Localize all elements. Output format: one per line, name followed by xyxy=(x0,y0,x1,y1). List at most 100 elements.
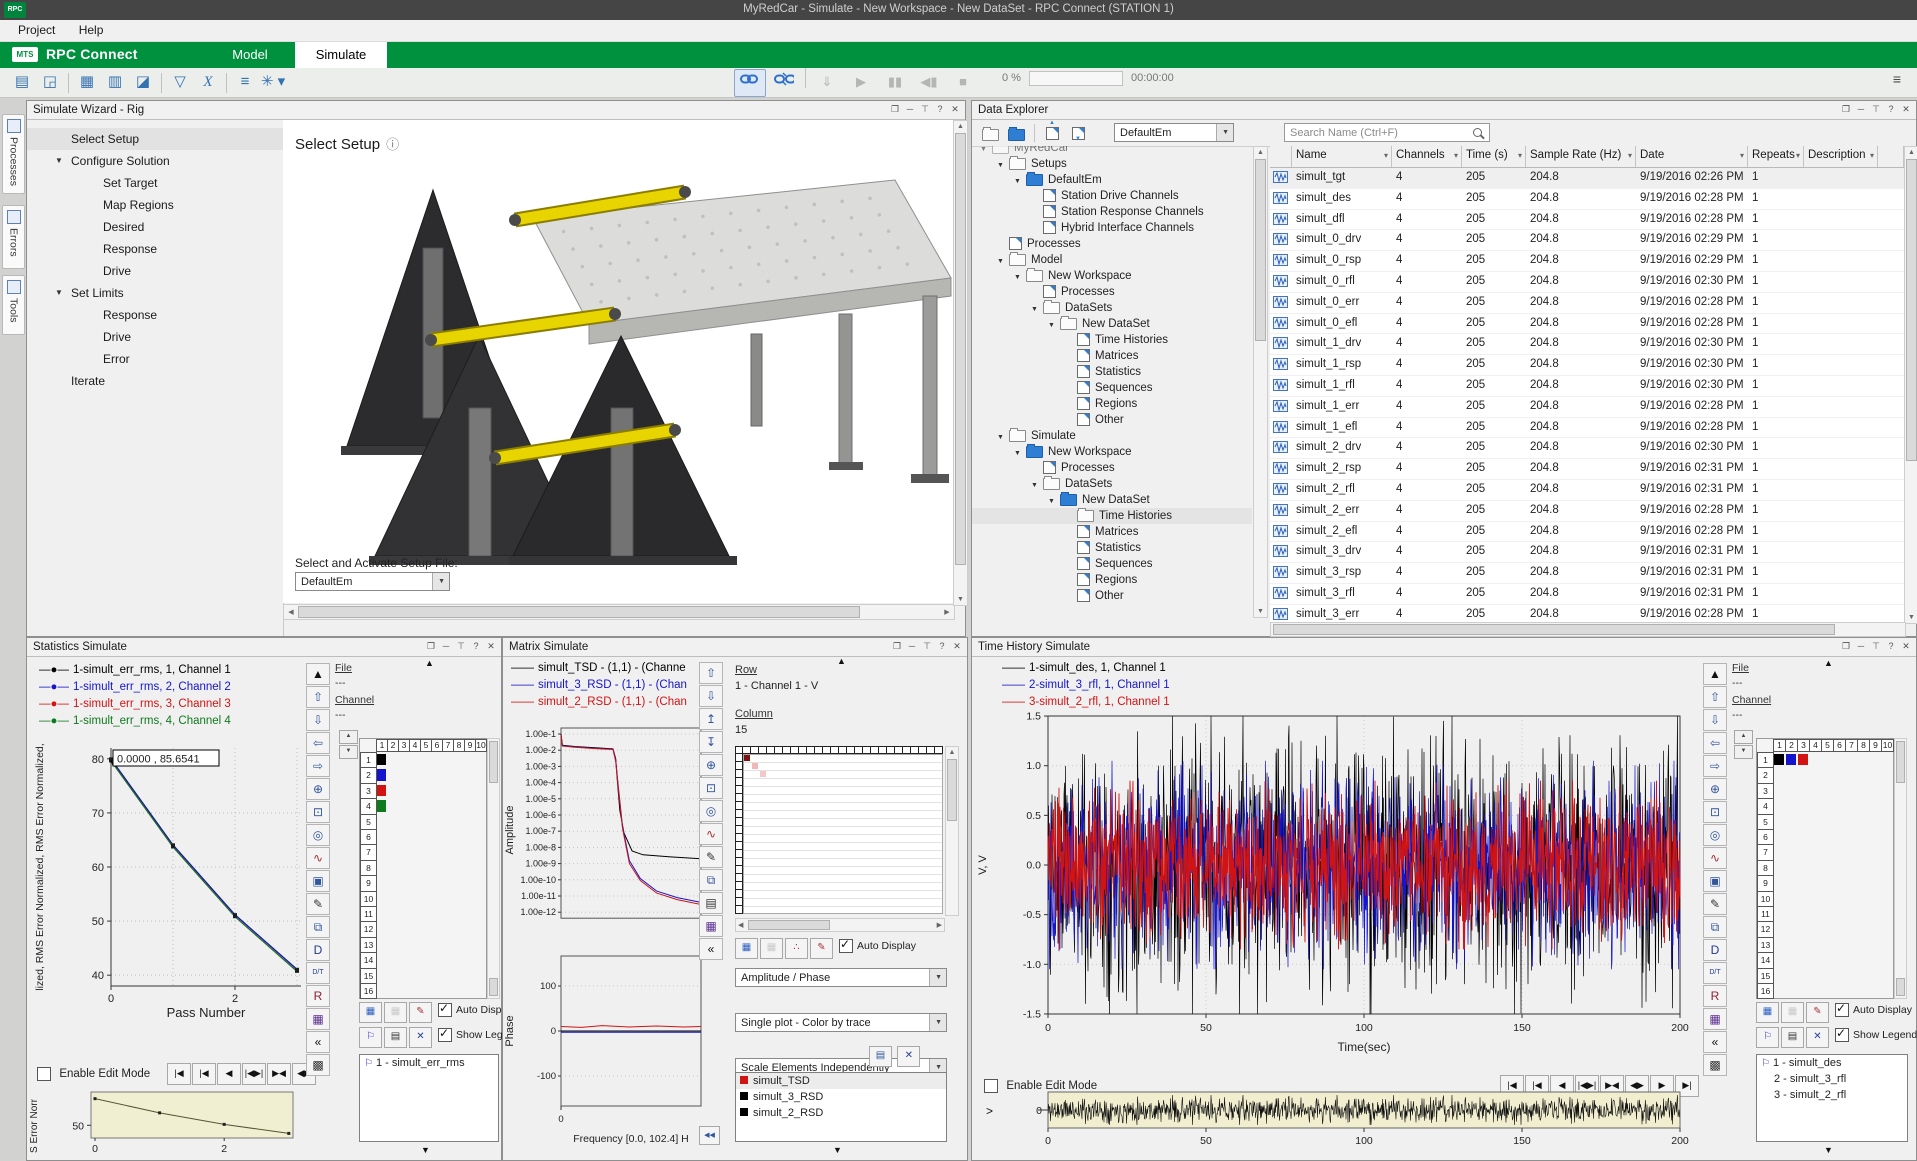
wizard-nav-desired[interactable]: Desired xyxy=(27,216,283,238)
dock-icon[interactable]: ❐ xyxy=(1839,641,1853,652)
grid-cell-active[interactable] xyxy=(1798,754,1808,765)
table-vscrollbar[interactable]: ▲ ▼ xyxy=(1904,146,1917,624)
scrollbar-thumb[interactable] xyxy=(1896,741,1905,783)
tree-item-simulate[interactable]: ▼Simulate xyxy=(972,428,1252,444)
channel-label[interactable]: Channel xyxy=(1732,694,1771,706)
play-button[interactable]: ▶ xyxy=(845,69,877,97)
display-mode-dropdown[interactable]: Amplitude / Phase xyxy=(735,968,947,987)
wizard-hscrollbar[interactable]: ◀ ▶ xyxy=(283,604,955,620)
list-view-icon[interactable]: ≡ xyxy=(232,70,258,94)
wizard-nav-set-limits[interactable]: ▼Set Limits xyxy=(27,282,283,304)
print-icon[interactable]: ▤ xyxy=(699,892,723,914)
tree-item-model[interactable]: ▼Model xyxy=(972,252,1252,268)
table-row-simult_1_rfl[interactable]: simult_1_rfl4205204.89/19/2016 02:30 PM1 xyxy=(1270,376,1904,397)
tree-item-regions[interactable]: Regions xyxy=(972,396,1252,412)
filter-icon[interactable]: ▾ xyxy=(1740,151,1744,160)
wizard-nav-set-target[interactable]: Set Target xyxy=(27,172,283,194)
tab-simulate[interactable]: Simulate xyxy=(295,42,387,68)
pin-icon[interactable]: ⊤ xyxy=(1869,104,1883,115)
grid-layout-off-icon[interactable]: ▦ xyxy=(1781,1002,1804,1023)
download-button[interactable]: ⇓ xyxy=(811,69,843,97)
scroll-up-icon[interactable]: ▲ xyxy=(1703,663,1727,685)
table-row-simult_0_rsp[interactable]: simult_0_rsp4205204.89/19/2016 02:29 PM1 xyxy=(1270,251,1904,272)
file-label[interactable]: File xyxy=(335,662,352,674)
delete-icon[interactable]: ✕ xyxy=(409,1027,432,1048)
filter-icon[interactable]: ▾ xyxy=(1796,151,1800,160)
table-row-simult_dfl[interactable]: simult_dfl4205204.89/19/2016 02:28 PM1 xyxy=(1270,210,1904,231)
filter-icon[interactable]: ▾ xyxy=(1454,151,1458,160)
pause-button[interactable]: ▮▮ xyxy=(879,69,911,97)
autoscale-icon[interactable]: ∿ xyxy=(1703,847,1727,869)
enable-edit-checkbox[interactable] xyxy=(37,1067,51,1081)
close-icon[interactable]: ✕ xyxy=(484,641,498,652)
column-header-description[interactable]: Description▾ xyxy=(1804,146,1878,167)
spin-up-button[interactable]: ▲ xyxy=(1734,730,1753,744)
collapse-icon[interactable]: « xyxy=(699,938,723,960)
tree-item-defaultem[interactable]: ▼DefaultEm xyxy=(972,172,1252,188)
tree-item-hybrid-interface-channels[interactable]: Hybrid Interface Channels xyxy=(972,220,1252,236)
import-folder-icon[interactable] xyxy=(1008,127,1025,141)
table-row-simult_2_drv[interactable]: simult_2_drv4205204.89/19/2016 02:30 PM1 xyxy=(1270,438,1904,459)
scroll-down-icon[interactable]: ▼ xyxy=(1824,1145,1833,1155)
channel-grid-body[interactable]: 1234567891012345678910111213141516 xyxy=(359,738,487,999)
lock-axes-icon[interactable]: ▣ xyxy=(306,870,330,892)
grid-cell-active[interactable] xyxy=(377,769,386,780)
small-grid-icon[interactable]: ▩ xyxy=(1703,1054,1727,1076)
collapse-icon[interactable]: « xyxy=(306,1031,330,1053)
pin-icon[interactable]: ⊤ xyxy=(454,641,468,652)
table-row-simult_3_drv[interactable]: simult_3_drv4205204.89/19/2016 02:31 PM1 xyxy=(1270,542,1904,563)
scroll-up-icon[interactable]: ▲ xyxy=(306,663,330,685)
copy-icon[interactable]: ⧉ xyxy=(1703,916,1727,938)
auto-display-checkbox[interactable] xyxy=(1835,1003,1849,1017)
table-row-simult_0_rfl[interactable]: simult_0_rfl4205204.89/19/2016 02:30 PM1 xyxy=(1270,272,1904,293)
show-legend-checkbox[interactable] xyxy=(438,1028,452,1042)
pan-down-icon[interactable]: ⇩ xyxy=(1703,709,1727,731)
center-icon[interactable]: ◎ xyxy=(699,800,723,822)
grid-layout-off-icon[interactable]: ▦ xyxy=(760,938,783,959)
tree-item-matrices[interactable]: Matrices xyxy=(972,524,1252,540)
pan-up-icon[interactable]: ⇧ xyxy=(306,686,330,708)
filter-icon[interactable]: ▾ xyxy=(1870,151,1874,160)
plot-mode-dropdown[interactable]: Single plot - Color by trace xyxy=(735,1013,947,1032)
display-flag-icon[interactable]: D xyxy=(1703,939,1727,961)
pin-icon[interactable]: ⊤ xyxy=(918,104,932,115)
tree-item-other[interactable]: Other xyxy=(972,588,1252,604)
tree-item-new-workspace[interactable]: ▼New Workspace xyxy=(972,268,1252,284)
pan-left-icon[interactable]: ⇦ xyxy=(1703,732,1727,754)
layout-list-icon[interactable]: ≡ xyxy=(1893,71,1901,87)
save-icon[interactable]: ▤ xyxy=(9,70,35,94)
full-range-button[interactable]: |◀▶| xyxy=(242,1063,266,1085)
copy-icon[interactable]: ⧉ xyxy=(699,869,723,891)
matrix-cell-active[interactable] xyxy=(744,755,750,761)
channel-grid[interactable]: 1234567891012345678910111213141516 xyxy=(359,738,487,999)
pan-up-icon[interactable]: ⇧ xyxy=(699,662,723,684)
wizard-nav-response[interactable]: Response xyxy=(27,238,283,260)
tab-model[interactable]: Model xyxy=(205,42,295,68)
jump-end-icon[interactable]: ↧ xyxy=(699,731,723,753)
trace-list-item[interactable]: ⚐1 - simult_des xyxy=(1757,1055,1907,1071)
function-icon[interactable]: X xyxy=(195,70,221,94)
trace-list-item[interactable]: simult_TSD xyxy=(736,1073,946,1089)
pan-down-icon[interactable]: ⇩ xyxy=(699,685,723,707)
dock-icon[interactable]: ❐ xyxy=(890,641,904,652)
wizard-nav-map-regions[interactable]: Map Regions xyxy=(27,194,283,216)
close-icon[interactable]: ✕ xyxy=(1899,104,1913,115)
table-row-simult_1_rsp[interactable]: simult_1_rsp4205204.89/19/2016 02:30 PM1 xyxy=(1270,355,1904,376)
grid-cell-active[interactable] xyxy=(1774,754,1784,765)
matrix-body[interactable] xyxy=(743,754,943,914)
spin-down-button[interactable]: ▼ xyxy=(1734,745,1753,759)
scroll-up-icon[interactable]: ▲ xyxy=(425,658,434,668)
help-icon[interactable]: ? xyxy=(1884,104,1898,114)
grid-cell-active[interactable] xyxy=(377,800,386,811)
table-row-simult_des[interactable]: simult_des4205204.89/19/2016 02:28 PM1 xyxy=(1270,189,1904,210)
channel-label[interactable]: Channel xyxy=(335,694,374,706)
grid-layout-off-icon[interactable]: ▦ xyxy=(384,1002,407,1023)
pan-left-icon[interactable]: ⇦ xyxy=(306,732,330,754)
show-legend-checkbox[interactable] xyxy=(1835,1028,1849,1042)
database-icon[interactable]: ▤ xyxy=(869,1046,892,1067)
menu-help[interactable]: Help xyxy=(69,20,114,40)
scrollbar-thumb[interactable] xyxy=(1896,978,1905,996)
lock-axes-icon[interactable]: ▣ xyxy=(1703,870,1727,892)
grid-layout-icon[interactable]: ▦ xyxy=(735,938,758,959)
help-icon[interactable]: ? xyxy=(1884,641,1898,651)
